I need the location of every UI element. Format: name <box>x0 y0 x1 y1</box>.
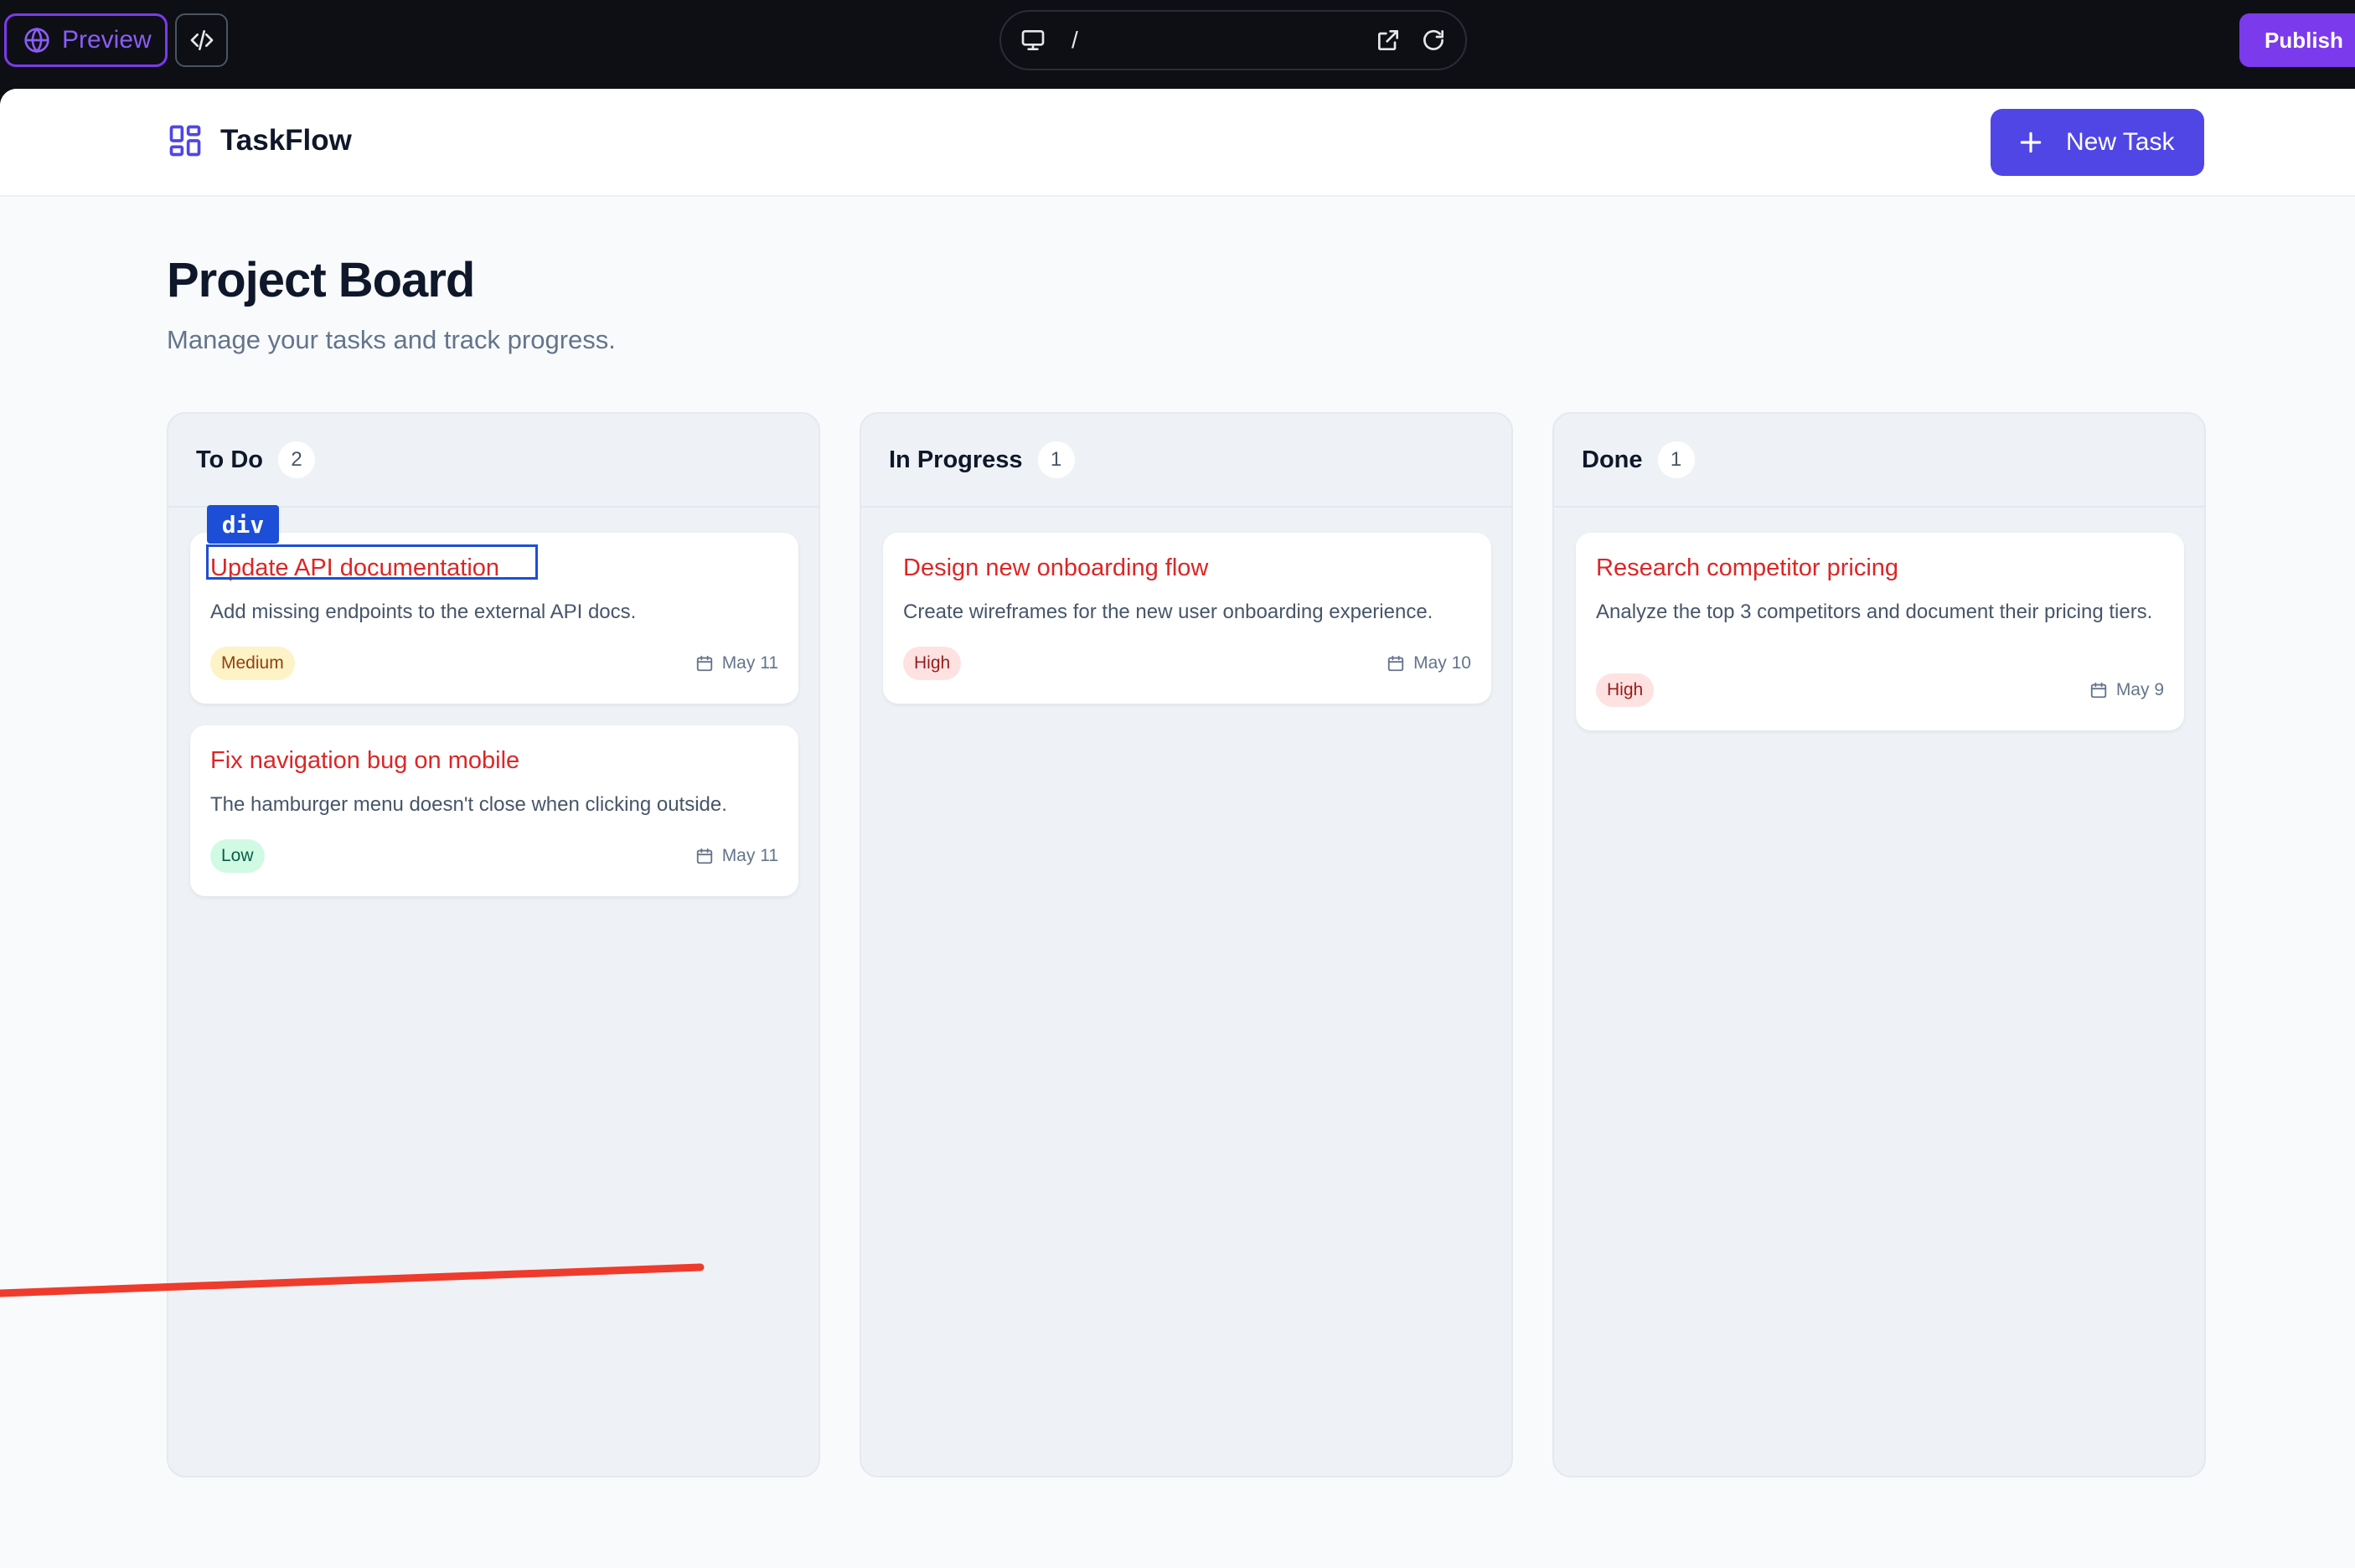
column-title: In Progress <box>889 446 1023 473</box>
column-title: Done <box>1582 446 1643 473</box>
new-task-button[interactable]: New Task <box>1991 109 2204 176</box>
page-title: Project Board <box>167 253 475 307</box>
external-link-icon[interactable] <box>1375 27 1402 54</box>
due-date-text: May 11 <box>721 653 778 673</box>
priority-badge: High <box>903 647 962 680</box>
due-date: May 10 <box>1387 653 1471 673</box>
preview-button[interactable]: Preview <box>4 13 168 67</box>
task-description: The hamburger menu doesn't close when cl… <box>210 793 727 816</box>
column-count-badge: 1 <box>1657 441 1695 478</box>
task-card[interactable]: Design new onboarding flow Create wirefr… <box>883 533 1491 704</box>
monitor-icon[interactable] <box>1020 27 1046 54</box>
priority-badge: High <box>1596 673 1655 707</box>
column-count-badge: 2 <box>278 441 315 478</box>
task-title[interactable]: Design new onboarding flow <box>903 554 1208 582</box>
task-title[interactable]: Fix navigation bug on mobile <box>210 747 519 775</box>
refresh-icon[interactable] <box>1420 27 1447 54</box>
due-date: May 11 <box>695 846 778 866</box>
column-header: In Progress 1 <box>861 414 1511 508</box>
calendar-icon <box>1387 654 1405 673</box>
inspector-highlight-box <box>206 544 538 580</box>
url-path[interactable]: / <box>1072 27 1356 54</box>
inspector-tag-label: div <box>207 505 279 544</box>
due-date-text: May 11 <box>721 846 778 865</box>
code-icon <box>189 27 215 54</box>
builder-toolbar: Preview / Publish <box>0 0 2355 89</box>
calendar-icon <box>2089 681 2108 699</box>
globe-icon <box>23 27 50 54</box>
code-view-button[interactable] <box>175 13 228 67</box>
preview-viewport: TaskFlow New Task Project Board Manage y… <box>0 89 2355 1568</box>
brand-logo[interactable]: TaskFlow <box>167 122 352 159</box>
column-in-progress: In Progress 1 Design new onboarding flow… <box>860 412 1513 1478</box>
task-card[interactable]: Fix navigation bug on mobile The hamburg… <box>190 725 798 896</box>
due-date: May 9 <box>2089 680 2164 700</box>
preview-label: Preview <box>62 26 152 54</box>
plus-icon <box>2017 129 2044 156</box>
calendar-icon <box>695 847 714 865</box>
task-description: Add missing endpoints to the external AP… <box>210 601 637 623</box>
priority-badge: Medium <box>210 647 295 680</box>
new-task-label: New Task <box>2066 128 2175 156</box>
page-subtitle: Manage your tasks and track progress. <box>167 325 616 354</box>
column-done: Done 1 Research competitor pricing Analy… <box>1552 412 2206 1478</box>
column-header: Done 1 <box>1554 414 2204 508</box>
brand-name: TaskFlow <box>220 124 352 157</box>
url-bar[interactable]: / <box>999 10 1467 70</box>
column-header: To Do 2 <box>168 414 819 508</box>
due-date: May 11 <box>695 653 778 673</box>
priority-badge: Low <box>210 839 265 873</box>
publish-button[interactable]: Publish <box>2239 13 2355 67</box>
task-description: Create wireframes for the new user onboa… <box>903 601 1433 623</box>
column-title: To Do <box>196 446 263 473</box>
calendar-icon <box>695 654 714 673</box>
task-description: Analyze the top 3 competitors and docume… <box>1596 601 2153 623</box>
layout-grid-icon <box>167 122 204 159</box>
column-count-badge: 1 <box>1037 441 1075 478</box>
due-date-text: May 10 <box>1413 653 1471 673</box>
due-date-text: May 9 <box>2115 680 2164 699</box>
task-card[interactable]: Research competitor pricing Analyze the … <box>1576 533 2184 730</box>
app-header: TaskFlow New Task <box>0 89 2355 197</box>
task-title[interactable]: Research competitor pricing <box>1596 554 1898 582</box>
